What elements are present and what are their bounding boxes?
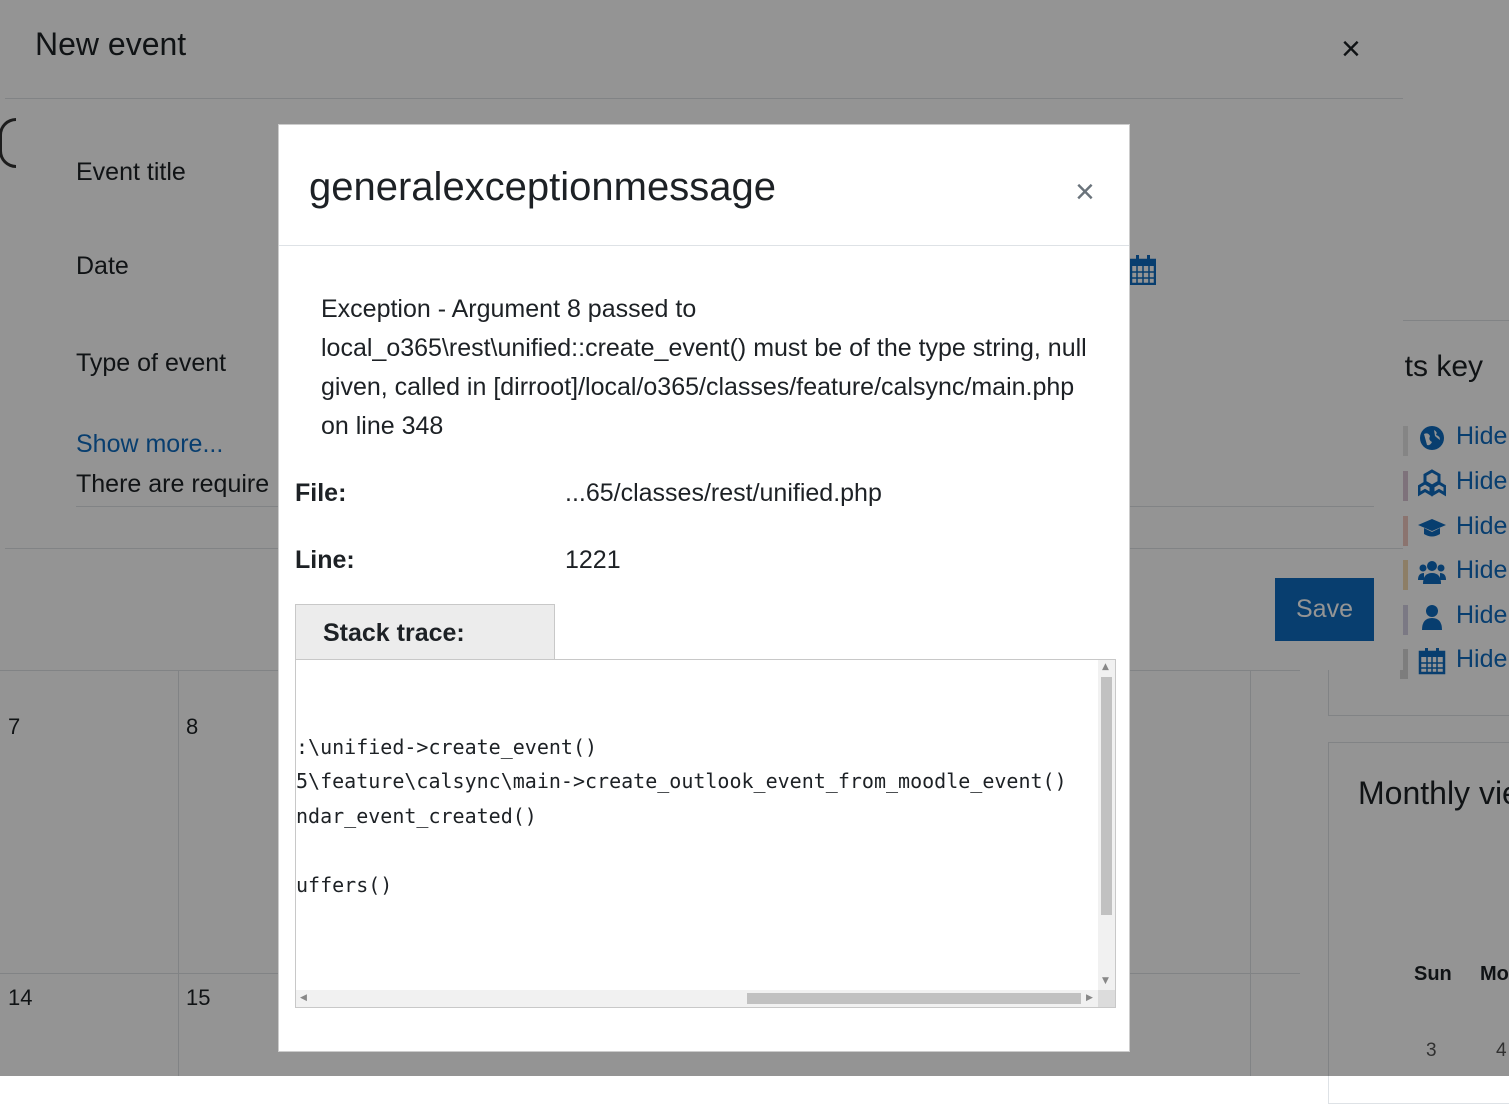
- line-value: 1221: [565, 546, 621, 574]
- vertical-scrollbar[interactable]: ▲ ▼: [1098, 660, 1115, 991]
- line-label: Line:: [295, 546, 355, 574]
- stack-trace-line: :\unified->create_event(): [296, 735, 598, 759]
- dialog-title: generalexceptionmessage: [309, 165, 776, 209]
- scroll-right-icon[interactable]: ▶: [1086, 993, 1093, 1003]
- stack-trace-line: 5\feature\calsync\main->create_outlook_e…: [296, 769, 1067, 793]
- scrollbar-thumb[interactable]: [747, 993, 1081, 1004]
- exception-message: Exception - Argument 8 passed to local_o…: [321, 295, 1087, 440]
- scrollbar-thumb[interactable]: [1101, 677, 1112, 915]
- scroll-left-icon[interactable]: ◀: [300, 993, 307, 1003]
- stack-trace-line: uffers(): [296, 873, 393, 897]
- scrollbar-corner: [1098, 990, 1115, 1007]
- horizontal-scrollbar[interactable]: ◀ ▶: [296, 990, 1099, 1007]
- stack-trace-toggle[interactable]: Stack trace:: [295, 604, 555, 659]
- close-icon[interactable]: ×: [1075, 173, 1095, 212]
- dialog-header: generalexceptionmessage ×: [279, 125, 1129, 246]
- file-value: ...65/classes/rest/unified.php: [565, 479, 882, 507]
- stack-trace-box[interactable]: :\unified->create_event() 5\feature\cals…: [295, 659, 1116, 1008]
- scroll-up-icon[interactable]: ▲: [1102, 662, 1109, 672]
- file-label: File:: [295, 479, 347, 507]
- stack-trace-line: ndar_event_created(): [296, 804, 537, 828]
- stack-trace-label: Stack trace:: [323, 619, 465, 647]
- exception-dialog: generalexceptionmessage × Exception - Ar…: [278, 124, 1130, 1052]
- scroll-down-icon[interactable]: ▼: [1102, 976, 1109, 986]
